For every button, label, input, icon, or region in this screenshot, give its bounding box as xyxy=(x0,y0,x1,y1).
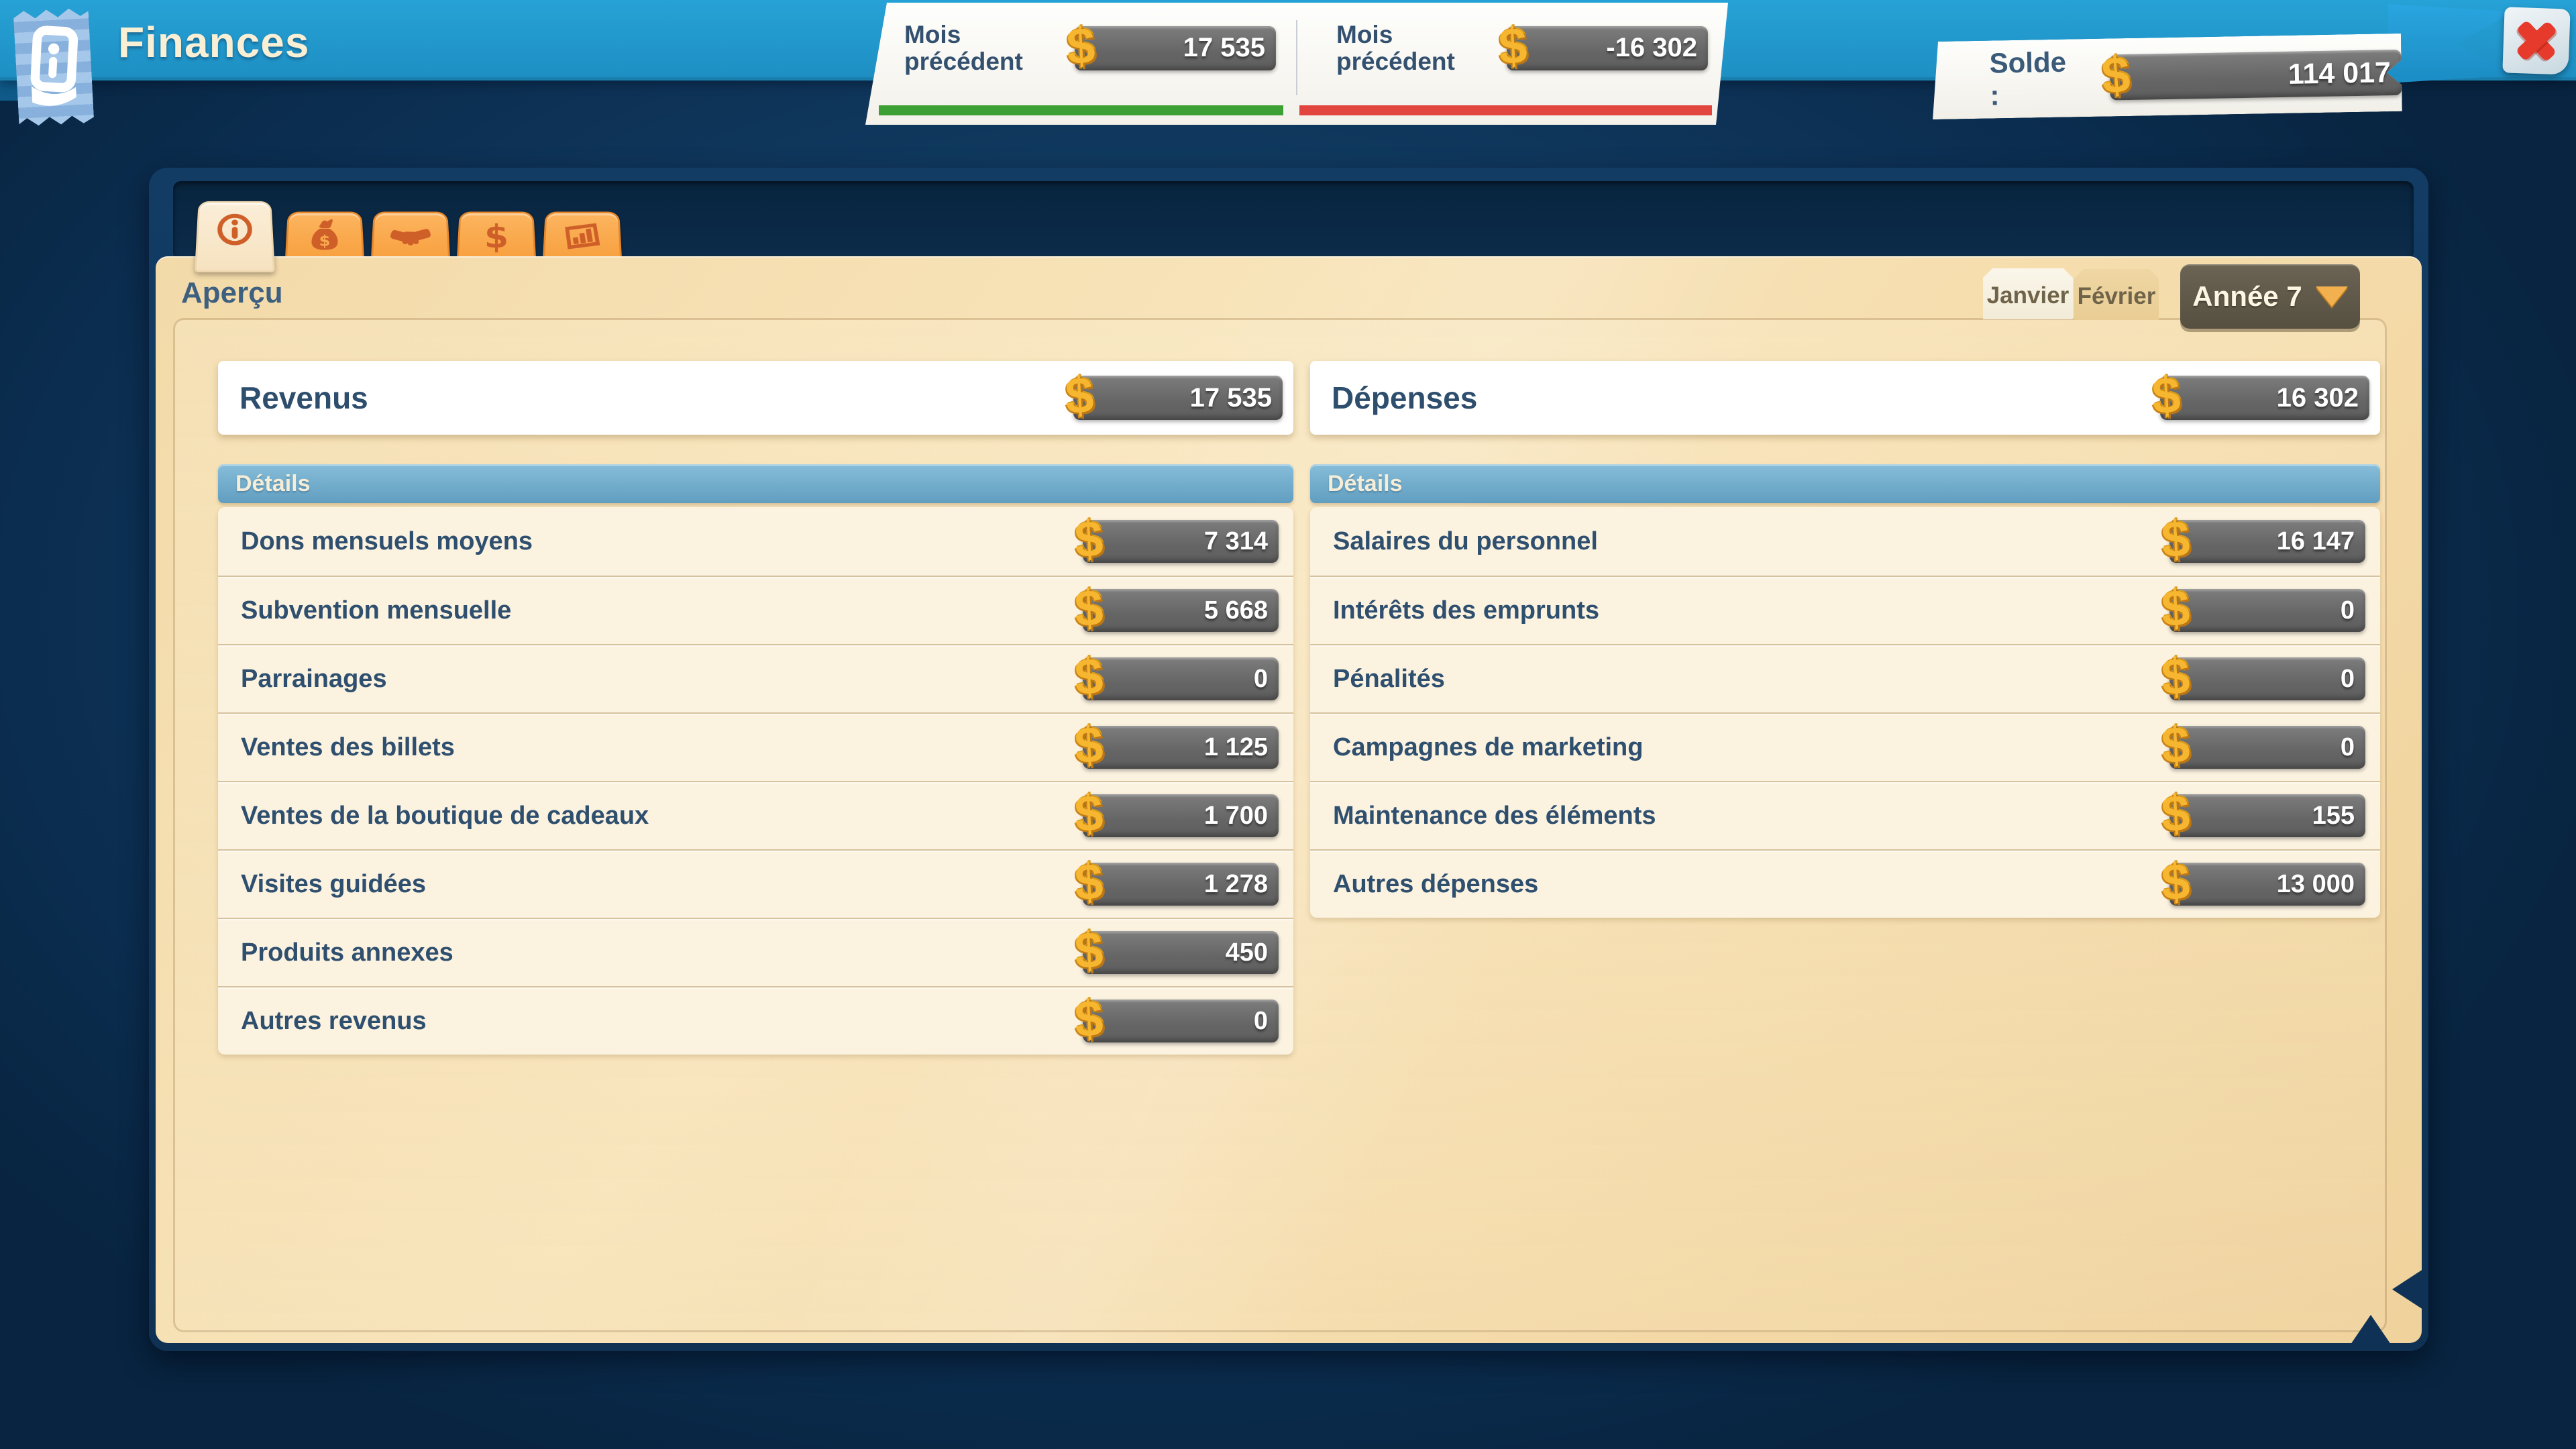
dollar-icon xyxy=(2100,50,2131,103)
finance-row: Salaires du personnel 16 147 xyxy=(1310,507,2380,576)
amount-pill: 7 314 xyxy=(1083,520,1279,563)
balance-pill: 114 017 xyxy=(2109,50,2402,101)
prev-month-expense: Mois précédent -16 302 xyxy=(1297,3,1728,75)
section-title: Aperçu xyxy=(181,276,283,310)
finance-row: Maintenance des éléments 155 xyxy=(1310,781,2380,849)
prev-month-income-pill: 17 535 xyxy=(1075,26,1276,70)
prev-month-income: Mois précédent 17 535 xyxy=(865,3,1296,75)
amount-pill: 0 xyxy=(1083,1000,1279,1042)
dollar-icon xyxy=(2160,788,2191,841)
finance-row: Produits annexes 450 xyxy=(218,918,1293,986)
panel-notch-right xyxy=(2392,1269,2423,1309)
expenses-column: Dépenses 16 302 Détails Salaires du pers… xyxy=(1310,361,2380,918)
amount-pill: 5 668 xyxy=(1083,589,1279,632)
dollar-icon xyxy=(1073,514,1104,566)
finance-row: Visites guidées 1 278 xyxy=(218,849,1293,918)
dollar-icon xyxy=(1073,857,1104,909)
finance-row: Autres dépenses 13 000 xyxy=(1310,849,2380,918)
dollar-icon xyxy=(1073,720,1104,772)
finance-row: Parrainages 0 xyxy=(218,644,1293,712)
finance-row: Autres revenus 0 xyxy=(218,986,1293,1055)
amount-pill: 1 700 xyxy=(1083,794,1279,837)
svg-text:$: $ xyxy=(319,232,330,250)
expenses-card: Dépenses 16 302 xyxy=(1310,361,2380,435)
revenues-rows: Dons mensuels moyens 7 314 Subvention me… xyxy=(218,507,1293,1055)
revenues-title: Revenus xyxy=(239,380,368,416)
dollar-icon: $ xyxy=(476,218,517,254)
month-button-fevrier[interactable]: Février xyxy=(2074,269,2159,320)
prev-month-expense-label: Mois précédent xyxy=(1336,21,1455,75)
balance-banner: Solde : 114 017 xyxy=(1931,34,2402,119)
month-button-janvier[interactable]: Janvier xyxy=(1983,268,2073,319)
dollar-icon xyxy=(1073,583,1104,635)
dollar-icon xyxy=(2160,720,2191,772)
finance-row: Intérêts des emprunts 0 xyxy=(1310,576,2380,644)
amount-pill: 0 xyxy=(2169,589,2365,632)
dollar-icon xyxy=(2160,583,2191,635)
finance-row: Campagnes de marketing 0 xyxy=(1310,712,2380,781)
info-icon xyxy=(213,211,256,248)
dollar-icon xyxy=(1073,994,1104,1046)
finances-book-icon xyxy=(13,7,95,127)
bar-chart-icon xyxy=(561,218,604,256)
dollar-icon xyxy=(1065,21,1096,73)
finance-row: Subvention mensuelle 5 668 xyxy=(218,576,1293,644)
finances-window: Finances Mois précédent 17 535 Mois préc… xyxy=(0,0,2576,1449)
expense-underline-bar xyxy=(1299,105,1712,115)
amount-pill: 1 278 xyxy=(1083,863,1279,906)
dollar-icon xyxy=(2160,514,2191,566)
dollar-icon xyxy=(2160,857,2191,909)
overview-panel: Aperçu Janvier Février Année 7 Revenus 1… xyxy=(156,256,2422,1343)
svg-text:$: $ xyxy=(484,219,509,255)
amount-pill: 0 xyxy=(2169,657,2365,700)
finance-row: Ventes des billets 1 125 xyxy=(218,712,1293,781)
chevron-down-icon xyxy=(2316,286,2348,307)
amount-pill: 0 xyxy=(1083,657,1279,700)
balance-label: Solde : xyxy=(1989,46,2084,111)
dollar-icon xyxy=(2151,370,2182,423)
revenues-column: Revenus 17 535 Détails Dons mensuels moy… xyxy=(218,361,1293,1055)
finance-row: Ventes de la boutique de cadeaux 1 700 xyxy=(218,781,1293,849)
expenses-details-header: Détails xyxy=(1310,464,2380,503)
previous-month-banner: Mois précédent 17 535 Mois précédent -16… xyxy=(865,3,1728,125)
dollar-icon xyxy=(1073,788,1104,841)
revenues-details-header: Détails xyxy=(218,464,1293,503)
window-title: Finances xyxy=(118,17,309,67)
amount-pill: 155 xyxy=(2169,794,2365,837)
tab-overview[interactable] xyxy=(195,201,275,272)
amount-pill: 1 125 xyxy=(1083,726,1279,769)
dollar-icon xyxy=(1064,370,1095,423)
amount-pill: 16 147 xyxy=(2169,520,2365,563)
prev-month-income-label: Mois précédent xyxy=(904,21,1023,75)
handshake-icon xyxy=(389,217,433,256)
amount-pill: 13 000 xyxy=(2169,863,2365,906)
money-bag-icon: $ xyxy=(305,218,345,254)
amount-pill: 0 xyxy=(2169,726,2365,769)
dollar-icon xyxy=(2160,651,2191,704)
income-underline-bar xyxy=(879,105,1283,115)
finance-row: Dons mensuels moyens 7 314 xyxy=(218,507,1293,576)
expenses-total-pill: 16 302 xyxy=(2160,376,2369,420)
revenues-card: Revenus 17 535 xyxy=(218,361,1293,435)
close-button[interactable] xyxy=(2502,7,2570,74)
amount-pill: 450 xyxy=(1083,931,1279,974)
dollar-icon xyxy=(1073,651,1104,704)
dollar-icon xyxy=(1497,21,1528,73)
expenses-title: Dépenses xyxy=(1332,380,1477,416)
year-dropdown[interactable]: Année 7 xyxy=(2180,264,2360,329)
prev-month-expense-pill: -16 302 xyxy=(1507,26,1708,70)
expenses-rows: Salaires du personnel 16 147 Intérêts de… xyxy=(1310,507,2380,918)
revenues-total-pill: 17 535 xyxy=(1073,376,1283,420)
dollar-icon xyxy=(1073,925,1104,977)
panel-notch-bottom xyxy=(2351,1315,2391,1344)
finance-row: Pénalités 0 xyxy=(1310,644,2380,712)
